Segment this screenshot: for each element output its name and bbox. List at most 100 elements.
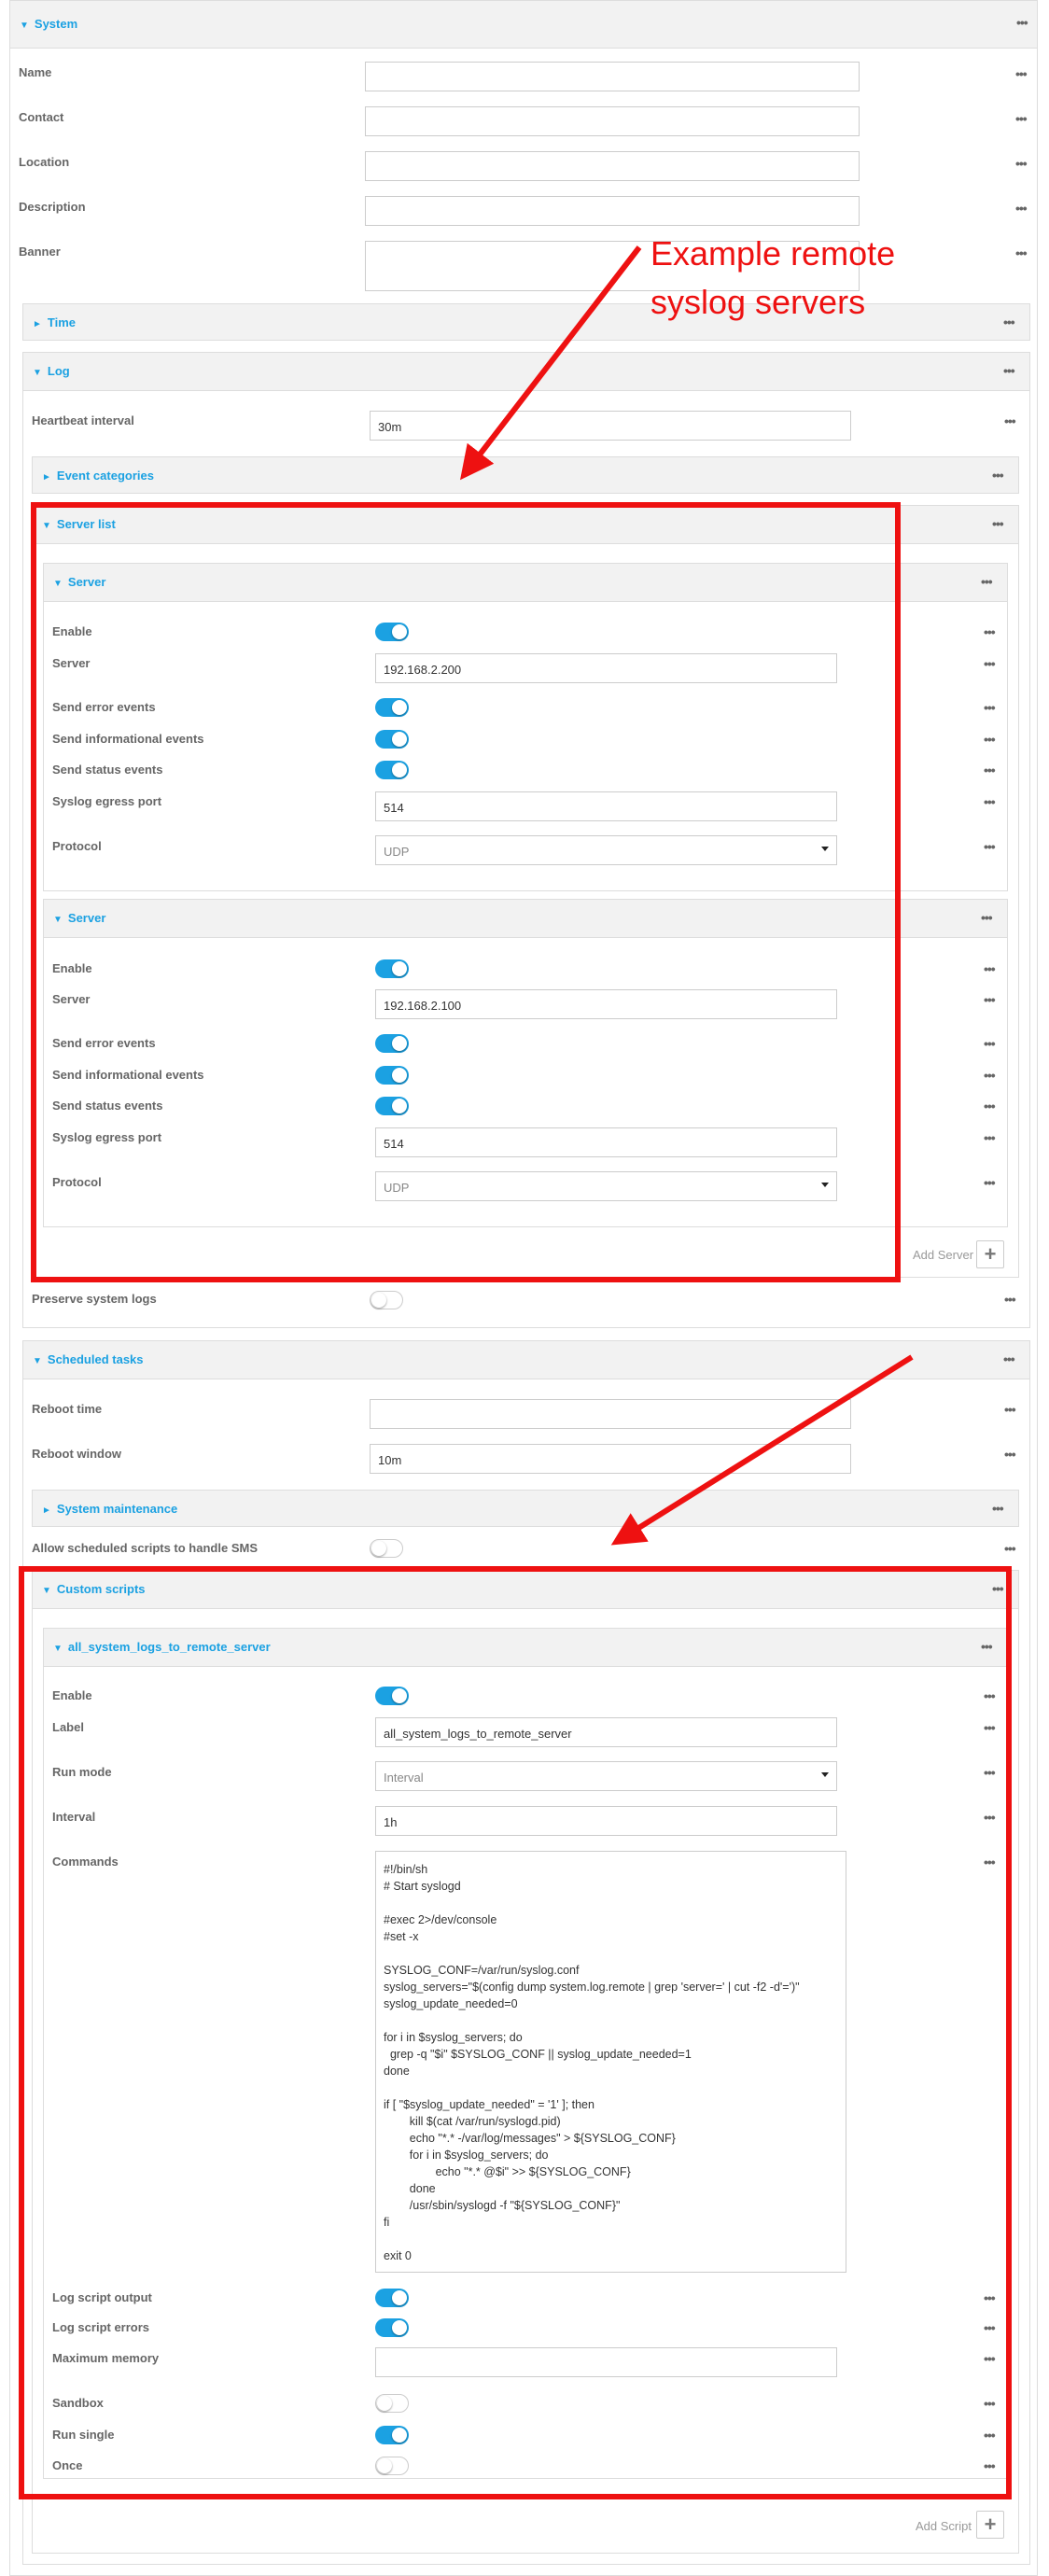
- contact-input[interactable]: [365, 106, 860, 136]
- more-dots-icon[interactable]: •••: [984, 625, 996, 638]
- send-status-toggle[interactable]: [375, 1097, 409, 1115]
- sandbox-toggle[interactable]: [375, 2394, 409, 2413]
- script-title[interactable]: ▼ all_system_logs_to_remote_server: [53, 1640, 271, 1654]
- more-dots-icon[interactable]: •••: [984, 962, 996, 975]
- reboot-time-input[interactable]: [370, 1399, 851, 1429]
- add-server-label[interactable]: Add Server: [913, 1248, 973, 1262]
- more-dots-icon[interactable]: •••: [992, 1502, 1004, 1515]
- interval-input[interactable]: 1h: [375, 1806, 837, 1836]
- more-dots-icon[interactable]: •••: [984, 1099, 996, 1113]
- more-dots-icon[interactable]: •••: [1004, 1448, 1016, 1461]
- add-script-label[interactable]: Add Script: [916, 2519, 972, 2533]
- server-address-input[interactable]: 192.168.2.100: [375, 989, 837, 1019]
- server-header[interactable]: ▼ Server •••: [44, 900, 1007, 938]
- more-dots-icon[interactable]: •••: [984, 1766, 996, 1779]
- heartbeat-input[interactable]: 30m: [370, 411, 851, 441]
- scheduled-tasks-title[interactable]: ▼ Scheduled tasks: [33, 1352, 144, 1366]
- log-output-toggle[interactable]: [375, 2289, 409, 2307]
- protocol-select[interactable]: UDP: [375, 835, 837, 865]
- more-dots-icon[interactable]: •••: [1015, 67, 1028, 80]
- event-categories-panel[interactable]: ► Event categories •••: [32, 456, 1019, 494]
- more-dots-icon[interactable]: •••: [981, 911, 993, 924]
- enable-toggle[interactable]: [375, 623, 409, 641]
- send-error-toggle[interactable]: [375, 698, 409, 717]
- more-dots-icon[interactable]: •••: [984, 2321, 996, 2334]
- system-header[interactable]: ▼ System •••: [10, 1, 1037, 49]
- more-dots-icon[interactable]: •••: [984, 657, 996, 670]
- more-dots-icon[interactable]: •••: [984, 993, 996, 1006]
- more-dots-icon[interactable]: •••: [1004, 1542, 1016, 1555]
- event-categories-title[interactable]: ► Event categories: [42, 469, 154, 483]
- send-error-toggle[interactable]: [375, 1034, 409, 1053]
- more-dots-icon[interactable]: •••: [981, 1640, 993, 1653]
- script-header[interactable]: ▼ all_system_logs_to_remote_server •••: [44, 1629, 1007, 1667]
- log-header[interactable]: ▼ Log •••: [23, 353, 1029, 391]
- script-enable-toggle[interactable]: [375, 1687, 409, 1705]
- send-info-toggle[interactable]: [375, 730, 409, 749]
- more-dots-icon[interactable]: •••: [984, 2397, 996, 2410]
- egress-port-input[interactable]: 514: [375, 791, 837, 821]
- server-address-input[interactable]: 192.168.2.200: [375, 653, 837, 683]
- more-dots-icon[interactable]: •••: [984, 701, 996, 714]
- egress-port-input[interactable]: 514: [375, 1127, 837, 1157]
- more-dots-icon[interactable]: •••: [1015, 202, 1028, 215]
- system-maintenance-title[interactable]: ► System maintenance: [42, 1502, 177, 1516]
- more-dots-icon[interactable]: •••: [984, 1176, 996, 1189]
- scheduled-tasks-header[interactable]: ▼ Scheduled tasks •••: [23, 1341, 1029, 1379]
- system-maintenance-panel[interactable]: ► System maintenance •••: [32, 1490, 1019, 1527]
- more-dots-icon[interactable]: •••: [984, 2291, 996, 2304]
- server-title[interactable]: ▼ Server: [53, 575, 105, 589]
- more-dots-icon[interactable]: •••: [992, 517, 1004, 530]
- run-mode-select[interactable]: Interval: [375, 1761, 837, 1791]
- custom-scripts-header[interactable]: ▼ Custom scripts •••: [33, 1571, 1018, 1609]
- more-dots-icon[interactable]: •••: [984, 1131, 996, 1144]
- script-label-input[interactable]: all_system_logs_to_remote_server: [375, 1717, 837, 1747]
- more-dots-icon[interactable]: •••: [1003, 364, 1015, 377]
- more-dots-icon[interactable]: •••: [984, 1037, 996, 1050]
- description-input[interactable]: [365, 196, 860, 226]
- run-single-toggle[interactable]: [375, 2426, 409, 2444]
- more-dots-icon[interactable]: •••: [984, 1721, 996, 1734]
- more-dots-icon[interactable]: •••: [984, 1689, 996, 1702]
- more-dots-icon[interactable]: •••: [984, 733, 996, 746]
- reboot-window-input[interactable]: 10m: [370, 1444, 851, 1474]
- once-toggle[interactable]: [375, 2457, 409, 2475]
- server-title[interactable]: ▼ Server: [53, 911, 105, 925]
- allow-sms-toggle[interactable]: [370, 1539, 403, 1558]
- system-title[interactable]: ▼ System: [20, 17, 77, 31]
- more-dots-icon[interactable]: •••: [992, 469, 1004, 482]
- server-list-header[interactable]: ▼ Server list •••: [33, 506, 1018, 544]
- server-header[interactable]: ▼ Server •••: [44, 564, 1007, 602]
- custom-scripts-title[interactable]: ▼ Custom scripts: [42, 1582, 146, 1596]
- more-dots-icon[interactable]: •••: [984, 2429, 996, 2442]
- server-list-title[interactable]: ▼ Server list: [42, 517, 116, 531]
- more-dots-icon[interactable]: •••: [1015, 157, 1028, 170]
- more-dots-icon[interactable]: •••: [984, 1811, 996, 1824]
- more-dots-icon[interactable]: •••: [984, 1069, 996, 1082]
- max-memory-input[interactable]: [375, 2347, 837, 2377]
- more-dots-icon[interactable]: •••: [992, 1582, 1004, 1595]
- add-server-button[interactable]: +: [976, 1240, 1004, 1268]
- more-dots-icon[interactable]: •••: [1015, 112, 1028, 125]
- commands-textarea[interactable]: #!/bin/sh # Start syslogd #exec 2>/dev/c…: [375, 1851, 846, 2273]
- more-dots-icon[interactable]: •••: [1004, 1403, 1016, 1416]
- location-input[interactable]: [365, 151, 860, 181]
- log-title[interactable]: ▼ Log: [33, 364, 70, 378]
- name-input[interactable]: [365, 62, 860, 91]
- more-dots-icon[interactable]: •••: [984, 795, 996, 808]
- more-dots-icon[interactable]: •••: [981, 575, 993, 588]
- send-status-toggle[interactable]: [375, 761, 409, 779]
- more-dots-icon[interactable]: •••: [1015, 246, 1028, 259]
- send-info-toggle[interactable]: [375, 1066, 409, 1085]
- enable-toggle[interactable]: [375, 959, 409, 978]
- more-dots-icon[interactable]: •••: [984, 763, 996, 777]
- add-script-button[interactable]: +: [976, 2511, 1004, 2539]
- more-dots-icon[interactable]: •••: [984, 2352, 996, 2365]
- more-dots-icon[interactable]: •••: [1003, 315, 1015, 329]
- time-title[interactable]: ► Time: [33, 315, 76, 329]
- log-errors-toggle[interactable]: [375, 2318, 409, 2337]
- more-dots-icon[interactable]: •••: [984, 1855, 996, 1869]
- more-dots-icon[interactable]: •••: [1004, 414, 1016, 427]
- protocol-select[interactable]: UDP: [375, 1171, 837, 1201]
- more-dots-icon[interactable]: •••: [1016, 16, 1028, 29]
